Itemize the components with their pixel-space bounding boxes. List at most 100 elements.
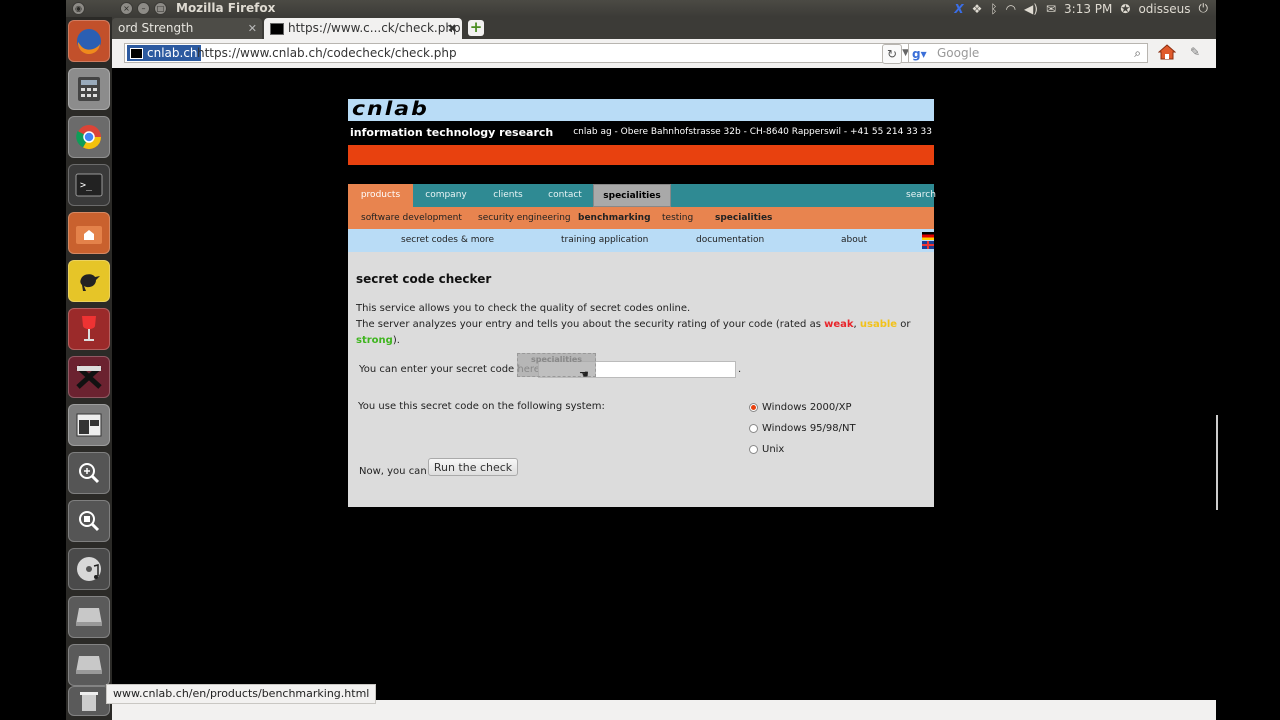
identity-label: cnlab.ch (147, 46, 198, 60)
uk-flag-icon[interactable] (922, 241, 934, 249)
red-banner (348, 145, 934, 165)
url-text[interactable]: https://www.cnlab.ch/codecheck/check.php (197, 44, 457, 62)
user-name[interactable]: odisseus (1138, 2, 1190, 16)
app-title: Mozilla Firefox (176, 1, 276, 15)
home-folder-icon[interactable] (68, 212, 110, 254)
grab-cursor-icon: ☚ (579, 368, 589, 381)
zoom-in-icon[interactable] (68, 452, 110, 494)
page-title: secret code checker (356, 272, 492, 286)
tab-password-strength[interactable]: ord Strength ✕ (112, 18, 262, 39)
nav-about[interactable]: about (841, 229, 867, 252)
left-black-bar (0, 0, 66, 720)
site-identity-button[interactable]: cnlab.ch (127, 45, 201, 61)
subnav-specialities[interactable]: specialities (715, 207, 772, 229)
reload-icon[interactable]: ↻ (882, 44, 902, 64)
firefox-icon[interactable] (68, 20, 110, 62)
radio-windows-95-98-nt[interactable]: Windows 95/98/NT (749, 423, 856, 434)
favicon-icon (270, 22, 284, 35)
nav-company[interactable]: company (413, 184, 479, 207)
home-icon[interactable] (1157, 44, 1177, 64)
wifi-icon[interactable]: ◠ (1006, 2, 1016, 16)
german-flag-icon[interactable] (922, 232, 934, 240)
system-tray: X ❖ ᛒ ◠ ◀) ✉ 3:13 PM ✪ odisseus ⏻ (954, 1, 1208, 16)
nav-specialities[interactable]: specialities (593, 184, 671, 207)
search-icon[interactable]: ⌕ (1134, 44, 1141, 62)
desc-line-2: The server analyzes your entry and tells… (356, 317, 926, 333)
subnav-software-development[interactable]: software development (361, 207, 462, 229)
search-placeholder: Google (937, 46, 980, 60)
tab-label: https://www.c...ck/check.php (288, 21, 461, 35)
rating-strong: strong (356, 335, 393, 346)
mail-icon[interactable]: ✉ (1046, 2, 1056, 16)
new-tab-plus-icon[interactable]: + (468, 20, 484, 36)
url-bar[interactable]: cnlab.ch https://www.cnlab.ch/codecheck/… (124, 43, 914, 63)
x-indicator-icon[interactable]: X (954, 2, 963, 16)
terminal-icon[interactable]: >_ (68, 164, 110, 206)
desc-end: ). (392, 335, 400, 346)
sub-nav: software development security engineerin… (348, 207, 934, 229)
bookmark-icon[interactable]: ✎ (1190, 45, 1200, 59)
dropbox-icon[interactable]: ❖ (972, 2, 983, 16)
window-minimize-icon[interactable]: – (137, 2, 150, 15)
third-nav: secret codes & more training application… (348, 229, 934, 252)
scroll-indicator (1216, 415, 1218, 510)
nav-search[interactable]: search (906, 184, 936, 207)
search-files-icon[interactable] (68, 500, 110, 542)
tab-check-php[interactable]: https://www.c...ck/check.php ✖ (264, 18, 462, 39)
video-editor-icon[interactable] (68, 356, 110, 398)
google-icon[interactable]: g▾ (912, 45, 927, 63)
page-content: cnlab information technology research cn… (112, 68, 1216, 700)
cnlab-logo[interactable]: cnlab (352, 99, 429, 120)
company-address: cnlab ag - Obere Bahnhofstrasse 32b - CH… (573, 127, 932, 137)
subnav-benchmarking[interactable]: benchmarking (578, 207, 651, 229)
volume-icon[interactable]: ◀) (1024, 2, 1038, 16)
window-maximize-icon[interactable]: □ (154, 2, 167, 15)
chrome-icon[interactable] (68, 116, 110, 158)
nav-training-application[interactable]: training application (561, 229, 648, 252)
power-icon[interactable]: ⏻ (1199, 1, 1209, 16)
radio-windows-2000-xp[interactable]: Windows 2000/XP (749, 402, 852, 413)
logo-bar: cnlab (348, 99, 934, 121)
radio-button-selected[interactable] (749, 403, 758, 412)
subnav-testing[interactable]: testing (662, 207, 693, 229)
code-input-label: You can enter your secret code here (359, 364, 540, 375)
tab-label: ord Strength (118, 21, 194, 35)
run-check-button[interactable]: Run the check (428, 458, 518, 476)
music-player-icon[interactable] (68, 548, 110, 590)
language-flags (922, 232, 934, 249)
calculator-icon[interactable] (68, 68, 110, 110)
desc-line-3: strong). (356, 333, 926, 349)
right-black-bar (1216, 0, 1280, 720)
window-close-icon[interactable]: × (120, 2, 133, 15)
nav-documentation[interactable]: documentation (696, 229, 764, 252)
favicon-icon (130, 48, 143, 59)
ubuntu-logo-icon[interactable]: ◉ (72, 2, 85, 15)
drive-icon[interactable] (68, 596, 110, 638)
drive-icon-2[interactable] (68, 644, 110, 686)
wine-glass-icon[interactable] (68, 308, 110, 350)
nav-secret-codes[interactable]: secret codes & more (401, 229, 494, 252)
nav-products[interactable]: products (348, 184, 413, 207)
nav-clients[interactable]: clients (479, 184, 537, 207)
nav-contact[interactable]: contact (537, 184, 593, 207)
desc-sep: or (897, 319, 911, 330)
subnav-security-engineering[interactable]: security engineering (478, 207, 571, 229)
bluetooth-icon[interactable]: ᛒ (990, 2, 997, 16)
window-manager-icon[interactable] (68, 404, 110, 446)
status-bar: www.cnlab.ch/en/products/benchmarking.ht… (106, 684, 1216, 720)
code-checker-panel: secret code checker This service allows … (348, 252, 934, 507)
radio-label: Unix (762, 444, 785, 455)
radio-button[interactable] (749, 445, 758, 454)
top-panel: ◉ × – □ Mozilla Firefox X ❖ ᛒ ◠ ◀) ✉ 3:1… (66, 0, 1216, 17)
trash-icon[interactable] (68, 686, 110, 716)
search-bar[interactable]: g▾ Google ⌕ (908, 43, 1148, 63)
close-icon[interactable]: ✖ (448, 18, 457, 39)
radio-label: Windows 95/98/NT (762, 423, 856, 434)
gwibber-bird-icon[interactable] (68, 260, 110, 302)
clock[interactable]: 3:13 PM (1064, 2, 1112, 16)
radio-button[interactable] (749, 424, 758, 433)
now-label: Now, you can (359, 466, 427, 477)
rating-usable: usable (859, 319, 898, 330)
close-icon[interactable]: ✕ (248, 18, 257, 39)
radio-unix[interactable]: Unix (749, 444, 784, 455)
